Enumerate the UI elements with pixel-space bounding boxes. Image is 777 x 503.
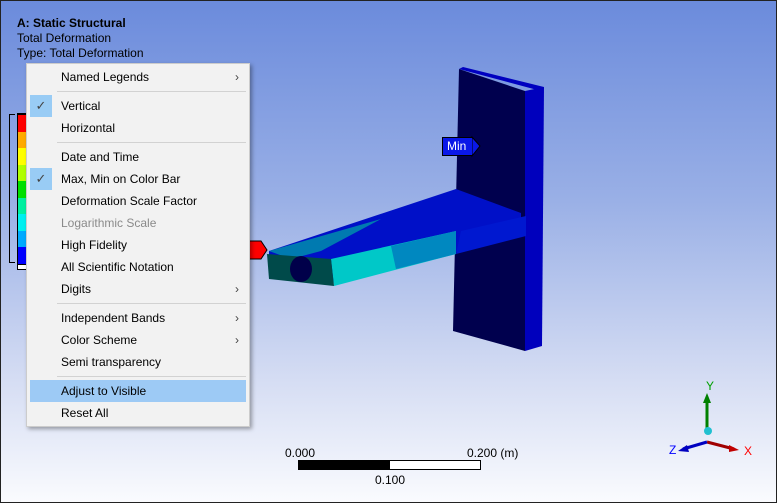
menu-item-label: Vertical (61, 99, 101, 113)
beam-end-spot (290, 256, 312, 282)
menu-item-label: Adjust to Visible (61, 384, 147, 398)
plate-side (525, 87, 544, 351)
menu-separator (57, 303, 246, 304)
max-probe-icon (247, 240, 268, 260)
menu-item-adjust-to-visible[interactable]: Adjust to Visible (30, 380, 246, 402)
chevron-right-icon: › (235, 282, 239, 296)
menu-item-label: Deformation Scale Factor (61, 194, 198, 208)
menu-item-label: Color Scheme (61, 333, 138, 347)
menu-item-label: Reset All (61, 406, 109, 420)
analysis-title: A: Static Structural (17, 16, 126, 30)
menu-item-label: Date and Time (61, 150, 140, 164)
menu-item-max-min-on-color-bar[interactable]: ✓ Max, Min on Color Bar (27, 168, 249, 190)
result-info: A: Static Structural Total Deformation T… (17, 16, 144, 61)
result-name: Total Deformation (17, 31, 112, 45)
chevron-right-icon: › (235, 70, 239, 84)
menu-separator (57, 142, 246, 143)
menu-item-date-and-time[interactable]: Date and Time (27, 146, 249, 168)
menu-item-label: Semi transparency (61, 355, 162, 369)
menu-separator (57, 376, 246, 377)
menu-item-reset-all[interactable]: Reset All (27, 402, 249, 424)
menu-item-label: All Scientific Notation (61, 260, 174, 274)
menu-item-vertical[interactable]: ✓ Vertical (27, 95, 249, 117)
scale-ruler (298, 460, 481, 470)
menu-item-independent-bands[interactable]: Independent Bands › (27, 307, 249, 329)
menu-item-horizontal[interactable]: Horizontal (27, 117, 249, 139)
menu-item-high-fidelity[interactable]: High Fidelity (27, 234, 249, 256)
min-probe-label[interactable]: Min (442, 137, 472, 156)
triad-z-arrow-icon[interactable] (678, 445, 689, 452)
triad-x-arrow-icon[interactable] (729, 445, 739, 452)
legend-context-menu: Named Legends › ✓ Vertical Horizontal Date an… (26, 63, 250, 427)
triad-origin-icon[interactable] (704, 427, 712, 435)
checkmark-icon: ✓ (30, 95, 52, 117)
chevron-right-icon: › (235, 311, 239, 325)
menu-item-label: High Fidelity (61, 238, 128, 252)
result-type: Type: Total Deformation (17, 46, 144, 60)
triad-z-label: Z (669, 443, 676, 457)
scale-right-label: 0.200 (m) (467, 446, 519, 460)
checkmark-icon: ✓ (30, 168, 52, 190)
menu-item-label: Named Legends (61, 70, 150, 84)
menu-item-label: Max, Min on Color Bar (61, 172, 181, 186)
menu-item-label: Digits (61, 282, 92, 296)
triad-y-arrow-icon[interactable] (703, 393, 711, 403)
menu-item-named-legends[interactable]: Named Legends › (27, 66, 249, 88)
menu-item-deformation-scale-factor[interactable]: Deformation Scale Factor (27, 190, 249, 212)
menu-item-label: Horizontal (61, 121, 116, 135)
triad-y-label: Y (706, 379, 714, 393)
menu-item-all-scientific-notation[interactable]: All Scientific Notation (27, 256, 249, 278)
menu-item-label: Logarithmic Scale (61, 216, 157, 230)
menu-item-digits[interactable]: Digits › (27, 278, 249, 300)
menu-separator (57, 91, 246, 92)
menu-item-color-scheme[interactable]: Color Scheme › (27, 329, 249, 351)
triad-x-label: X (744, 444, 752, 458)
graphics-viewport[interactable]: A: Static Structural Total Deformation T… (0, 0, 777, 503)
scale-left-label: 0.000 (285, 446, 316, 460)
menu-item-semi-transparency[interactable]: Semi transparency (27, 351, 249, 373)
chevron-right-icon: › (235, 333, 239, 347)
scale-mid-label: 0.100 (375, 473, 406, 487)
menu-item-label: Independent Bands (61, 311, 166, 325)
menu-item-logarithmic-scale: Logarithmic Scale (27, 212, 249, 234)
